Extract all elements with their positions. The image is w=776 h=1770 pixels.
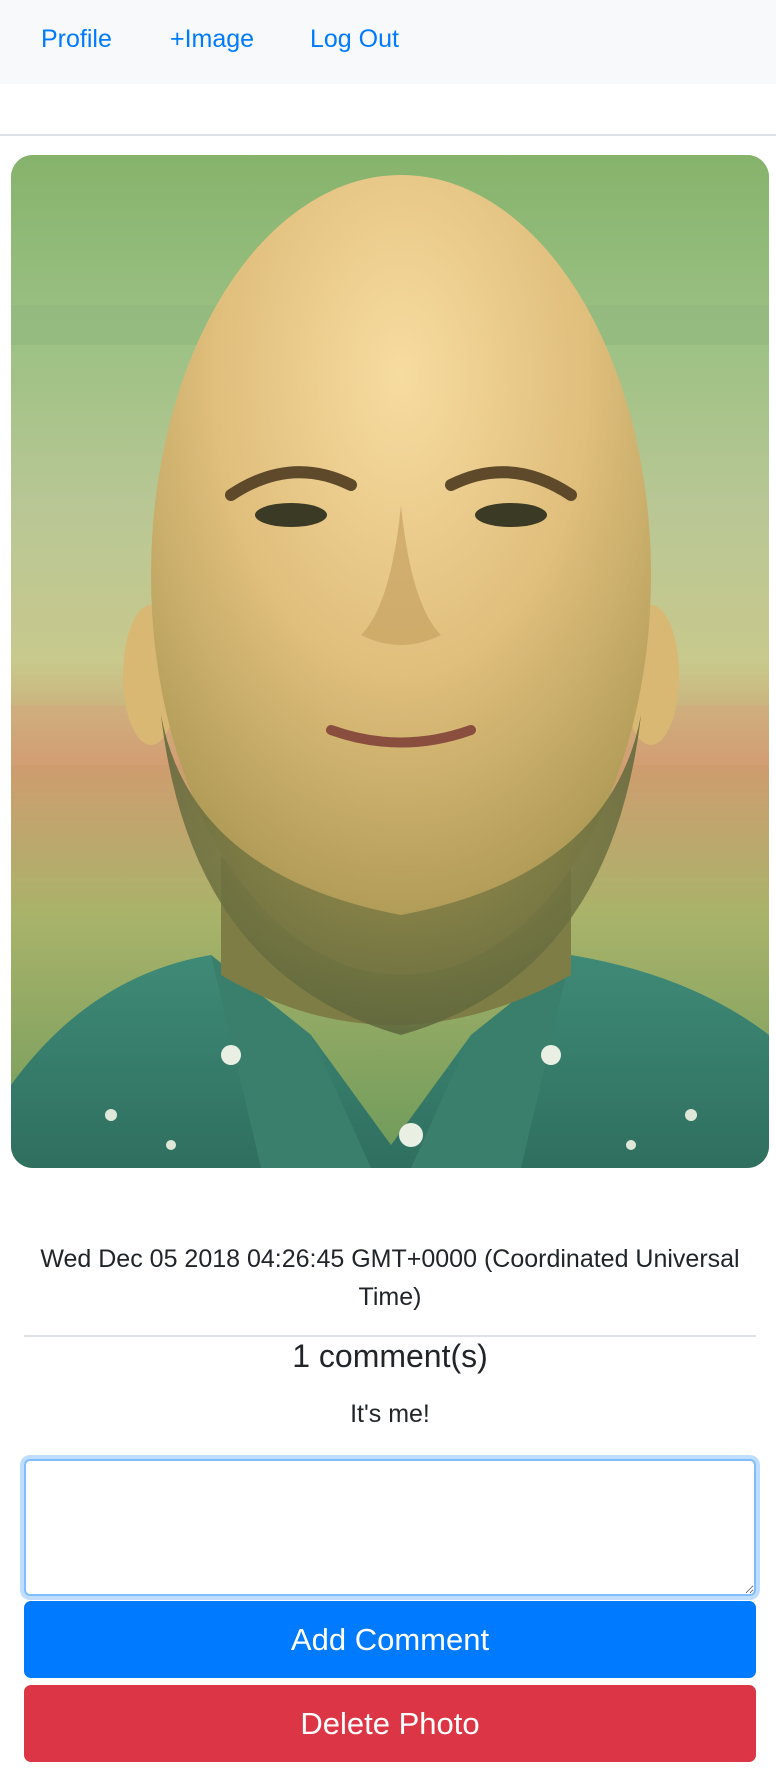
add-comment-button[interactable]: Add Comment — [24, 1601, 756, 1678]
comment-input[interactable] — [24, 1459, 756, 1596]
nav-link-add-image[interactable]: +Image — [170, 22, 254, 56]
nav-link-profile[interactable]: Profile — [41, 22, 112, 56]
nav-link-log-out[interactable]: Log Out — [310, 22, 399, 56]
portrait-photo-illustration — [11, 155, 769, 1168]
comment-item: It's me! — [350, 1400, 430, 1428]
delete-photo-button[interactable]: Delete Photo — [24, 1685, 756, 1762]
top-navbar: Profile +Image Log Out — [0, 0, 776, 84]
photo-timestamp: Wed Dec 05 2018 04:26:45 GMT+0000 (Coord… — [40, 1245, 740, 1311]
header-divider — [0, 134, 776, 136]
comments-count-heading: 1 comment(s) — [292, 1338, 488, 1374]
photo-image — [11, 155, 769, 1168]
